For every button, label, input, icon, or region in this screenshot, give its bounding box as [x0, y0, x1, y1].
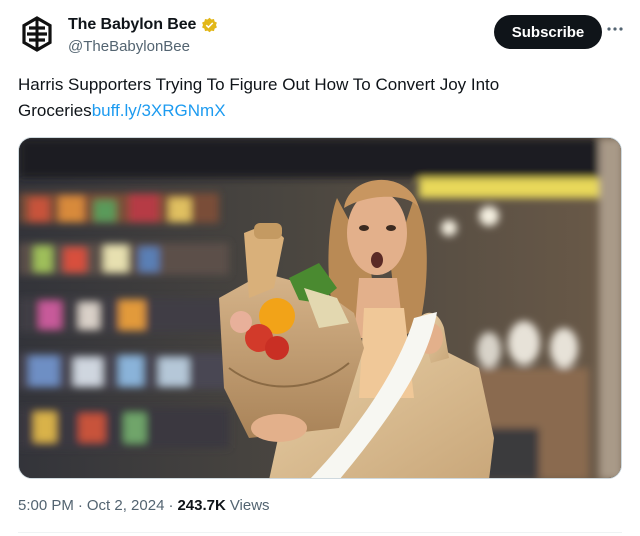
tweet-media-image[interactable]	[18, 137, 622, 479]
verified-badge-icon	[202, 17, 218, 32]
tweet-date[interactable]: Oct 2, 2024	[87, 497, 165, 514]
display-name[interactable]: The Babylon Bee	[68, 16, 196, 34]
grocery-photo	[19, 138, 621, 478]
tweet-metadata: 5:00 PM · Oct 2, 2024 · 243.7K Views	[18, 497, 270, 514]
meta-separator: ·	[77, 497, 83, 514]
babylon-bee-logo-icon[interactable]	[18, 15, 56, 53]
subscribe-button[interactable]: Subscribe	[494, 15, 602, 49]
account-name-block: The Babylon Bee @TheBabylonBee	[68, 14, 218, 55]
account-handle[interactable]: @TheBabylonBee	[68, 38, 218, 55]
views-count: 243.7K	[177, 497, 226, 514]
views-label: Views	[229, 497, 270, 514]
divider	[18, 532, 622, 533]
meta-separator-2: ·	[168, 497, 174, 514]
tweet-header: The Babylon Bee @TheBabylonBee Subscribe	[18, 12, 625, 62]
more-horizontal-icon[interactable]	[605, 22, 625, 36]
tweet-link[interactable]: buff.ly/3XRGNmX	[92, 101, 226, 120]
tweet-body: Harris Supporters Trying To Figure Out H…	[18, 75, 500, 120]
tweet-text: Harris Supporters Trying To Figure Out H…	[18, 72, 618, 124]
tweet-time[interactable]: 5:00 PM	[18, 497, 74, 514]
